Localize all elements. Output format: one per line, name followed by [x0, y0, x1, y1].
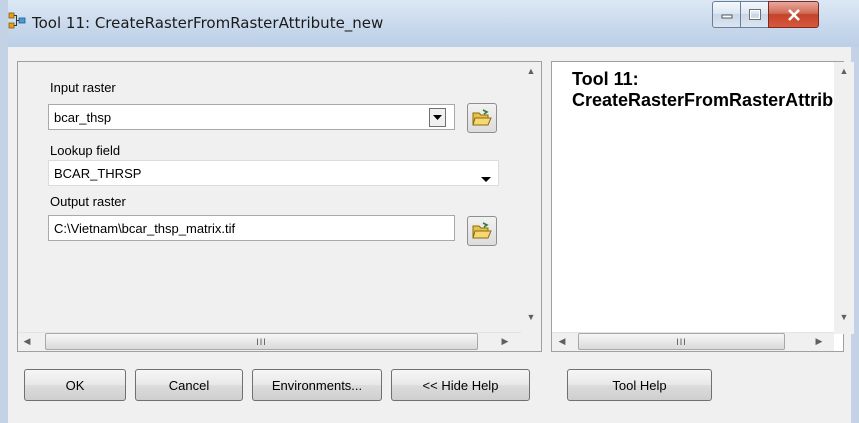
maximize-button[interactable] — [740, 1, 769, 28]
help-vertical-scrollbar[interactable] — [834, 62, 854, 334]
input-raster-dropdown-button[interactable] — [429, 108, 446, 127]
ok-button[interactable]: OK — [24, 369, 126, 401]
tool-help-button[interactable]: Tool Help — [567, 369, 712, 401]
help-scroll-left-arrow-icon[interactable]: ◀ — [555, 334, 569, 349]
help-title: Tool 11: CreateRasterFromRasterAttribute… — [572, 69, 834, 111]
parameters-vertical-scrollbar[interactable] — [521, 62, 541, 334]
help-horizontal-scroll-thumb[interactable]: III — [578, 333, 785, 350]
scroll-left-arrow-icon[interactable]: ◀ — [20, 334, 34, 349]
output-raster-browse-button[interactable] — [467, 216, 497, 246]
close-button[interactable] — [768, 1, 819, 28]
help-scroll-up-arrow-icon[interactable]: ▲ — [834, 64, 854, 78]
help-title-line2: CreateRasterFromRasterAttribute_new — [572, 90, 834, 110]
chevron-down-icon — [433, 114, 442, 120]
lookup-field-label: Lookup field — [50, 143, 121, 158]
maximize-icon — [748, 9, 761, 20]
input-raster-field[interactable]: bcar_thsp — [48, 104, 455, 130]
cancel-button[interactable]: Cancel — [135, 369, 243, 401]
lookup-field-chevron-icon — [481, 170, 491, 188]
tool-icon — [8, 12, 26, 30]
help-scroll-right-arrow-icon[interactable]: ▶ — [812, 334, 826, 349]
window-left-border — [0, 0, 8, 423]
help-title-line1: Tool 11: — [572, 69, 639, 89]
output-raster-field[interactable]: C:\Vietnam\bcar_thsp_matrix.tif — [48, 215, 455, 241]
open-folder-icon — [472, 222, 492, 239]
scroll-up-arrow-icon[interactable]: ▲ — [521, 64, 541, 78]
lookup-field-dropdown[interactable]: BCAR_THRSP — [48, 160, 499, 186]
input-raster-label: Input raster — [50, 80, 116, 95]
environments-button[interactable]: Environments... — [252, 369, 382, 401]
scroll-down-arrow-icon[interactable]: ▼ — [521, 310, 541, 324]
open-folder-icon — [472, 109, 492, 126]
hide-help-button[interactable]: << Hide Help — [391, 369, 530, 401]
horizontal-scroll-thumb[interactable]: III — [45, 333, 478, 350]
minimize-button[interactable] — [712, 1, 741, 28]
window-title: Tool 11: CreateRasterFromRasterAttribute… — [32, 14, 384, 32]
help-scroll-down-arrow-icon[interactable]: ▼ — [834, 310, 854, 324]
scroll-right-arrow-icon[interactable]: ▶ — [498, 334, 512, 349]
scroll-corner — [521, 332, 541, 351]
minimize-icon — [721, 14, 732, 18]
input-raster-browse-button[interactable] — [467, 103, 497, 133]
close-icon — [787, 8, 800, 21]
output-raster-label: Output raster — [50, 194, 126, 209]
